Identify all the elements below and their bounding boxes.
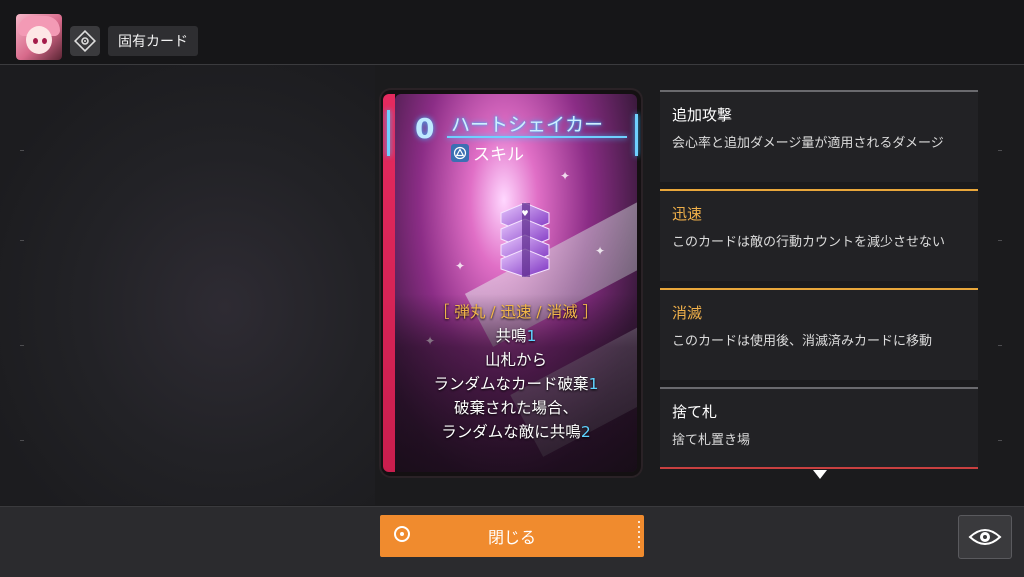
keyword-panel-exhaust: 消滅 このカードは使用後、消滅済みカードに移動 <box>660 288 978 380</box>
keyword-title: 捨て札 <box>672 403 718 421</box>
keyword-title: 消滅 <box>672 304 703 322</box>
card-effect-line: ランダムな敵に共鳴2 <box>441 423 591 441</box>
card-effect-line: ランダムなカード破棄1 <box>433 375 599 393</box>
keyword-panel-extra-attack: 追加攻撃 会心率と追加ダメージ量が適用されるダメージ <box>660 90 978 182</box>
circle-dot-icon <box>394 526 410 542</box>
card-effect-text: ［ 弾丸 / 迅速 / 消滅 ］ 共鳴1 山札から ランダムなカード破棄1 破棄… <box>395 300 637 444</box>
keyword-description: 会心率と追加ダメージ量が適用されるダメージ <box>672 136 944 151</box>
close-button-label: 閉じる <box>487 528 536 547</box>
card-effect-line: 破棄された場合、 <box>453 399 578 417</box>
triangle-down-icon[interactable] <box>813 470 827 479</box>
card-effect-line: 共鳴1 <box>495 327 537 345</box>
top-bar: 固有カード <box>0 0 1024 65</box>
crystal-icon: ♥ <box>500 202 550 277</box>
eye-icon[interactable] <box>958 515 1012 559</box>
keyword-title: 追加攻撃 <box>672 106 733 124</box>
card-name: ハートシェイカー <box>451 114 604 136</box>
keyword-panel-swift: 迅速 このカードは敵の行動カウントを減少させない <box>660 189 978 281</box>
skill-type-icon <box>451 143 469 162</box>
card-detail: ♥ ✦ ✦ ✦ ✦ 0 ハートシェイカー スキル ［ 弾丸 / 迅速 / 消滅 … <box>381 90 641 476</box>
keyword-description: このカードは使用後、消滅済みカードに移動 <box>672 334 933 349</box>
keyword-title: 迅速 <box>672 205 703 223</box>
keyword-panel-discard: 捨て札 捨て札置き場 <box>660 387 978 469</box>
card-type-label: スキル <box>473 145 524 165</box>
card-cost: 0 <box>415 112 435 145</box>
page-title: 固有カード <box>108 26 198 56</box>
card-keywords: ［ 弾丸 / 迅速 / 消滅 ］ <box>433 303 598 321</box>
blurred-background <box>0 65 375 505</box>
keyword-description: このカードは敵の行動カウントを減少させない <box>672 235 946 250</box>
card-effect-line: 山札から <box>484 351 547 369</box>
target-icon[interactable] <box>70 26 100 56</box>
svg-text:♥: ♥ <box>521 209 528 218</box>
close-button[interactable]: 閉じる <box>380 515 644 557</box>
character-avatar[interactable] <box>16 14 62 60</box>
keyword-description: 捨て札置き場 <box>672 433 751 448</box>
card-type: スキル <box>451 140 524 165</box>
